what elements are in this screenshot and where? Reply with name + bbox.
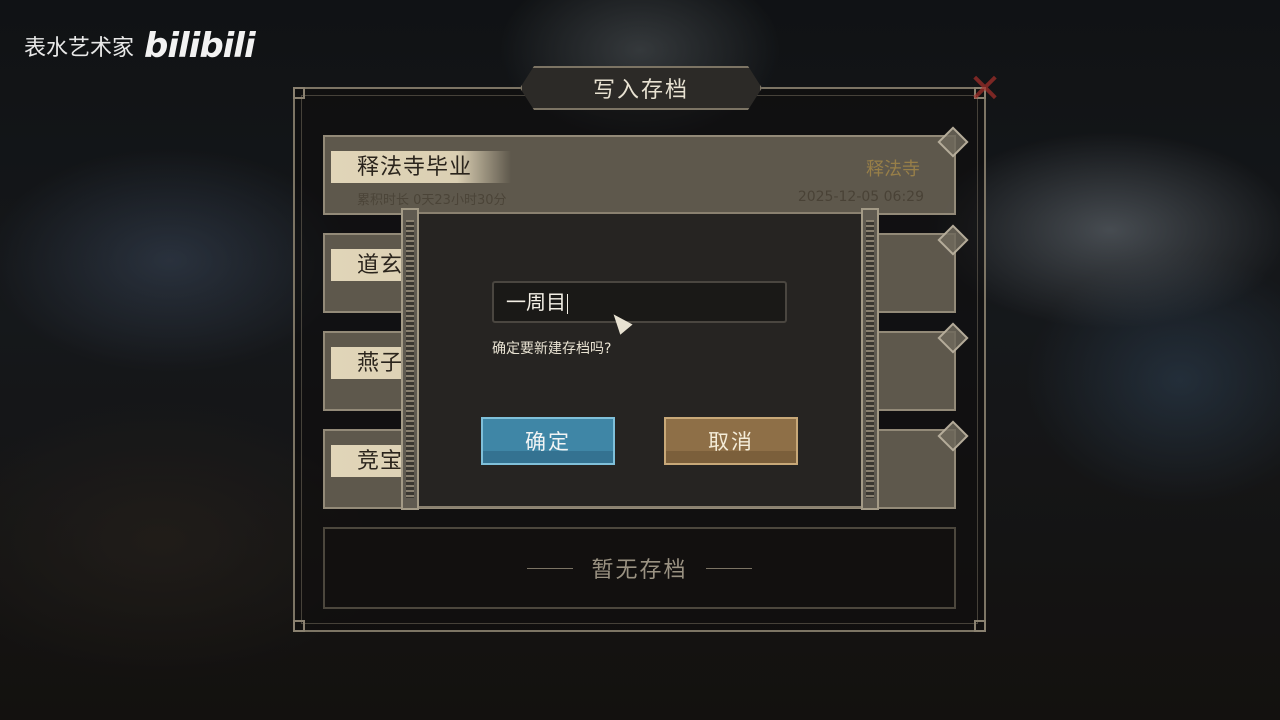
confirm-button[interactable]: 确定 xyxy=(481,417,615,465)
bilibili-logo: bilibili xyxy=(144,26,256,66)
slot-playtime: 累积时长 0天23小时30分 xyxy=(357,193,507,208)
slot-location: 释法寺 xyxy=(866,159,920,180)
save-name-value: 一周目 xyxy=(506,290,566,314)
watermark-text: 表水艺术家 xyxy=(24,36,135,61)
cancel-button[interactable]: 取消 xyxy=(664,417,798,465)
dialog-right-pillar xyxy=(861,208,879,510)
divider-line xyxy=(527,567,574,569)
new-save-dialog xyxy=(402,212,878,508)
dialog-left-pillar xyxy=(401,208,419,510)
save-slot-1[interactable]: 释法寺毕业 释法寺 累积时长 0天23小时30分 2025-12-05 06:2… xyxy=(323,126,969,215)
slot-name: 释法寺毕业 xyxy=(357,155,473,180)
corner-ornament xyxy=(974,620,986,632)
save-name-input[interactable]: 一周目 xyxy=(492,281,787,323)
video-watermark: 表水艺术家 bilibili xyxy=(24,26,256,66)
slot-date: 2025-12-05 06:29 xyxy=(797,189,924,205)
dialog-prompt: 确定要新建存档吗? xyxy=(492,341,612,357)
corner-ornament xyxy=(293,87,305,99)
divider-line xyxy=(705,567,752,569)
empty-slot-label: 暂无存档 xyxy=(591,558,688,583)
panel-title: 写入存档 xyxy=(520,66,762,110)
text-caret xyxy=(567,293,568,314)
close-icon[interactable]: ✕ xyxy=(966,69,1004,109)
corner-ornament xyxy=(293,620,305,632)
empty-save-slot[interactable]: 暂无存档 xyxy=(323,527,956,609)
